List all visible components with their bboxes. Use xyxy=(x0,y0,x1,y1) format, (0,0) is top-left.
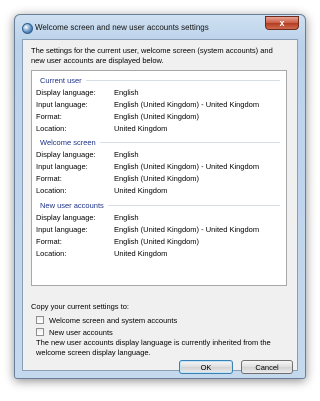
group-title-new-user-accounts: New user accounts xyxy=(40,200,104,210)
row-value: English (United Kingdom) xyxy=(114,174,200,183)
divider xyxy=(107,204,280,206)
intro-text: The settings for the current user, welco… xyxy=(31,46,273,65)
group-title-welcome-screen: Welcome screen xyxy=(40,137,96,147)
row-label: Display language: xyxy=(36,88,96,97)
row-label: Display language: xyxy=(36,213,96,222)
settings-panel: Current user Display language: English I… xyxy=(31,70,287,286)
copy-settings-label: Copy your current settings to: xyxy=(31,302,129,311)
divider xyxy=(85,79,280,81)
row-label: Location: xyxy=(36,124,67,133)
row-value: English (United Kingdom) - United Kingdo… xyxy=(114,162,260,171)
row-value: United Kingdom xyxy=(114,124,168,133)
cancel-button[interactable]: Cancel xyxy=(241,360,293,374)
checkbox-label[interactable]: Welcome screen and system accounts xyxy=(49,316,177,325)
row-value: English xyxy=(114,213,139,222)
row-label: Display language: xyxy=(36,150,96,159)
row-label: Input language: xyxy=(36,100,88,109)
row-label: Input language: xyxy=(36,162,88,171)
row-value: English (United Kingdom) xyxy=(114,237,200,246)
row-value: English xyxy=(114,150,139,159)
group-title-current-user: Current user xyxy=(40,75,82,85)
row-value: English (United Kingdom) xyxy=(114,112,200,121)
row-value: English xyxy=(114,88,139,97)
row-label: Input language: xyxy=(36,225,88,234)
checkbox-welcome-screen[interactable]: Welcome screen and system accounts xyxy=(36,315,177,325)
row-value: English (United Kingdom) - United Kingdo… xyxy=(114,100,260,109)
dialog-body: The settings for the current user, welco… xyxy=(22,39,298,374)
checkbox[interactable] xyxy=(36,316,44,324)
row-value: United Kingdom xyxy=(114,249,168,258)
inherit-note: The new user accounts display language i… xyxy=(36,338,271,357)
divider xyxy=(99,141,280,143)
settings-dialog: Welcome screen and new user accounts set… xyxy=(14,14,306,379)
window-title: Welcome screen and new user accounts set… xyxy=(35,23,209,32)
close-button[interactable]: x xyxy=(265,16,299,30)
row-value: United Kingdom xyxy=(114,186,168,195)
globe-icon xyxy=(22,23,33,34)
checkbox-label[interactable]: New user accounts xyxy=(49,328,113,337)
row-label: Format: xyxy=(36,174,62,183)
title-bar: Welcome screen and new user accounts set… xyxy=(15,15,305,39)
checkbox[interactable] xyxy=(36,328,44,336)
row-value: English (United Kingdom) - United Kingdo… xyxy=(114,225,260,234)
row-label: Location: xyxy=(36,249,67,258)
row-label: Format: xyxy=(36,237,62,246)
checkbox-new-user-accounts[interactable]: New user accounts xyxy=(36,327,113,337)
row-label: Location: xyxy=(36,186,67,195)
row-label: Format: xyxy=(36,112,62,121)
ok-button[interactable]: OK xyxy=(179,360,233,374)
